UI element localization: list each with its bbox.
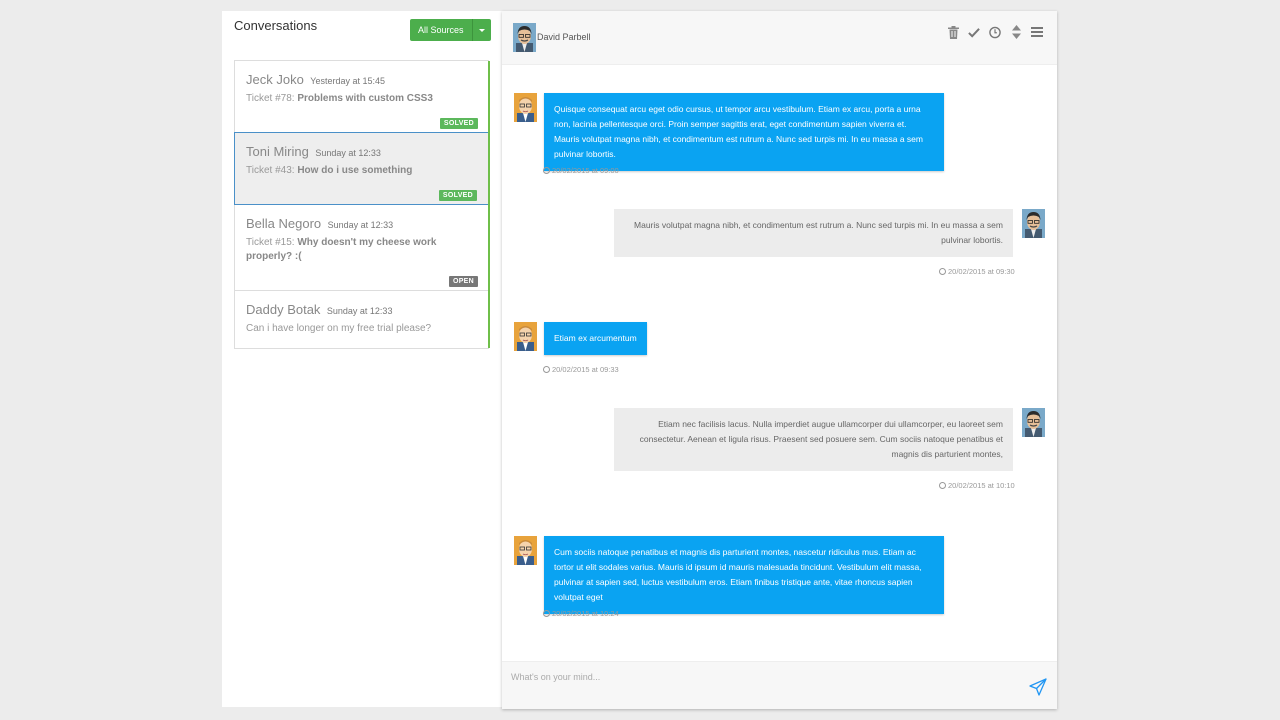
sender-avatar [514,93,537,122]
sender-avatar [514,536,537,565]
conversation-item[interactable]: Daddy Botak Sunday at 12:33 Can i have l… [235,291,489,348]
sort-icon[interactable] [1010,25,1022,39]
send-icon[interactable] [1029,678,1047,696]
sender-avatar [514,322,537,351]
status-badge: OPEN [448,276,478,287]
message-input[interactable] [511,672,1011,682]
message-timestamp: 20/02/2015 at 10:24 [543,609,619,618]
conversation-preview: Can i have longer on my free trial pleas… [246,323,432,334]
caret-down-icon[interactable] [472,19,491,41]
timestamp-text: 20/02/2015 at 10:24 [552,609,619,618]
contact-name: Bella Negoro [246,216,322,231]
conversation-item[interactable]: Jeck Joko Yesterday at 15:45 Ticket #78:… [235,61,489,133]
ticket-subject: How do i use something [297,165,413,176]
timestamp-text: 20/02/2015 at 10:10 [948,481,1015,490]
conversation-time: Yesterday at 15:45 [310,76,385,86]
message-timestamp: 20/02/2015 at 09:33 [543,365,619,374]
conversation-item-active[interactable]: Toni Miring Sunday at 12:33 Ticket #43: … [234,132,489,205]
all-sources-label: All Sources [410,19,473,41]
conversation-time: Sunday at 12:33 [315,148,381,158]
clock-icon [939,268,946,275]
status-badge: SOLVED [439,118,478,129]
panel-title: Conversations [234,18,318,33]
compose-bar [502,661,1057,709]
ticket-number: Ticket #15: [246,237,295,248]
clock-icon [543,366,550,373]
all-sources-dropdown[interactable]: All Sources [410,19,491,41]
user-avatar [1022,408,1045,437]
ticket-number: Ticket #78: [246,93,295,104]
conversation-time: Sunday at 12:33 [326,306,393,316]
message-bubble-outgoing: Mauris volutpat magna nibh, et condiment… [614,209,1013,257]
timestamp-text: 20/02/2015 at 09:30 [948,267,1015,276]
conversation-item[interactable]: Bella Negoro Sunday at 12:33 Ticket #15:… [235,205,489,291]
message-bubble-incoming: Etiam ex arcumentum [544,322,647,355]
menu-icon[interactable] [1031,25,1043,39]
contact-avatar [513,23,536,52]
message-timestamp: 20/02/2015 at 09:00 [543,166,619,175]
message-timestamp: 20/02/2015 at 09:30 [939,267,1015,276]
chat-header: David Parbell [502,11,1057,65]
message-timestamp: 20/02/2015 at 10:10 [939,481,1015,490]
check-icon[interactable] [968,25,980,39]
clock-icon [543,610,550,617]
message-bubble-incoming: Quisque consequat arcu eget odio cursus,… [544,93,944,171]
chat-panel: David Parbell Quisque consequat arcu ege… [502,11,1057,709]
status-badge: SOLVED [438,190,477,201]
contact-name: Jeck Joko [246,72,304,87]
message-bubble-outgoing: Etiam nec facilisis lacus. Nulla imperdi… [614,408,1013,471]
clock-icon [543,167,550,174]
ticket-number: Ticket #43: [246,165,295,176]
ticket-subject: Problems with custom CSS3 [297,93,433,104]
message-bubble-incoming: Cum sociis natoque penatibus et magnis d… [544,536,944,614]
contact-name: David Parbell [537,32,591,42]
trash-icon[interactable] [947,25,959,39]
timestamp-text: 20/02/2015 at 09:00 [552,166,619,175]
conversation-list: Jeck Joko Yesterday at 15:45 Ticket #78:… [234,60,490,349]
contact-name: Daddy Botak [246,302,321,317]
conversations-panel: Conversations All Sources Jeck Joko Yest… [222,11,502,707]
clock-icon[interactable] [989,25,1001,39]
clock-icon [939,482,946,489]
user-avatar [1022,209,1045,238]
conversation-time: Sunday at 12:33 [327,220,394,230]
contact-name: Toni Miring [246,144,309,159]
timestamp-text: 20/02/2015 at 09:33 [552,365,619,374]
